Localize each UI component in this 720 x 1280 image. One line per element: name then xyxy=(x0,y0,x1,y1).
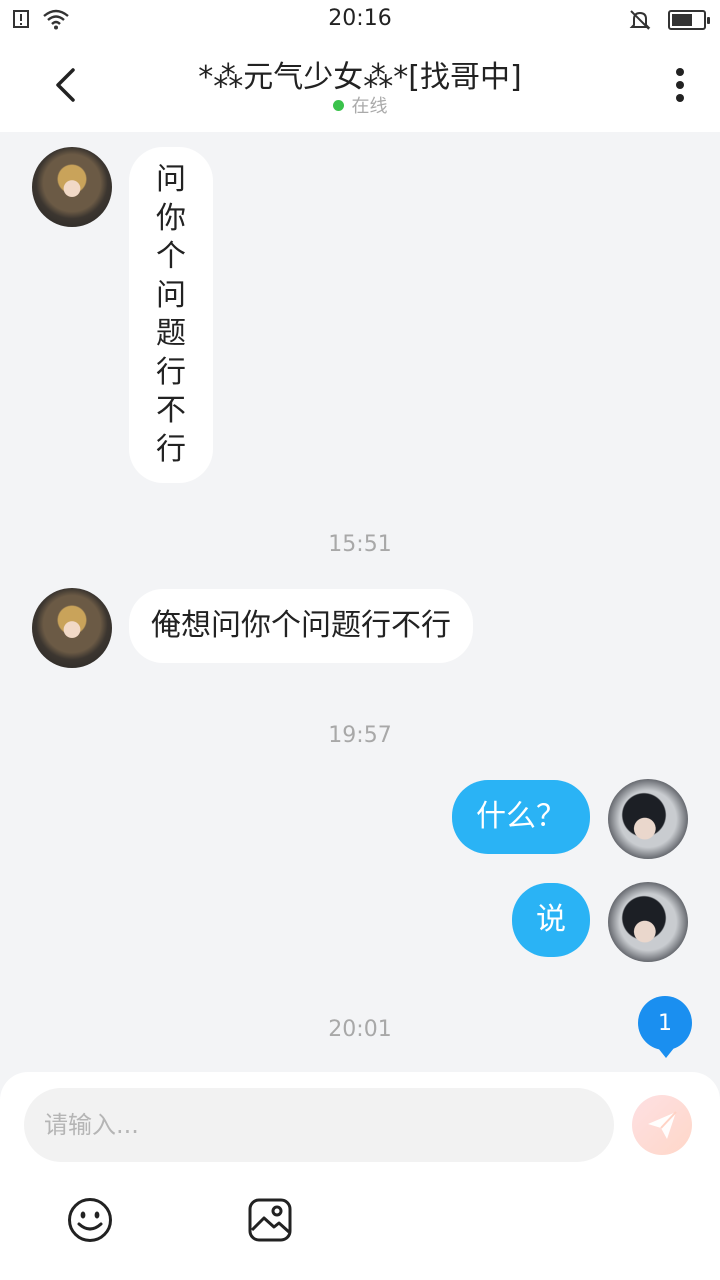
contact-avatar[interactable] xyxy=(32,588,112,668)
message-char: 你 xyxy=(156,200,186,236)
unread-badge[interactable]: 1 xyxy=(638,996,692,1058)
message-char: 题 xyxy=(156,316,186,351)
outgoing-message-bubble[interactable]: 什么？ xyxy=(452,780,590,854)
status-bar: 20:16 xyxy=(0,0,720,40)
message-char: 不 xyxy=(156,393,186,428)
emoji-icon xyxy=(68,1198,112,1242)
battery-icon xyxy=(668,10,710,30)
message-char: 个 xyxy=(156,239,186,274)
message-timestamp: 19:57 xyxy=(328,723,392,748)
more-options-button[interactable] xyxy=(660,60,700,110)
message-char: 行 xyxy=(156,431,186,467)
bell-muted-icon xyxy=(629,10,651,30)
chat-header: *⁂元气少女⁂*[找哥中] 在线 xyxy=(0,40,720,132)
status-time: 20:16 xyxy=(328,6,392,31)
chat-title: *⁂元气少女⁂*[找哥中] xyxy=(198,60,522,95)
image-icon xyxy=(248,1198,292,1242)
incoming-message-bubble[interactable]: 问 你 个 问 题 行 不 行 xyxy=(129,147,213,483)
incoming-message-bubble[interactable]: 俺想问你个问题行不行 xyxy=(129,589,473,663)
send-icon xyxy=(648,1111,677,1139)
message-char: 问 xyxy=(156,277,186,313)
more-icon xyxy=(676,68,684,102)
message-char: 行 xyxy=(156,354,186,390)
my-avatar[interactable] xyxy=(608,779,688,859)
outgoing-message-bubble[interactable]: 说 xyxy=(512,883,590,957)
message-char: 问 xyxy=(156,162,186,197)
input-panel xyxy=(0,1072,720,1280)
message-input[interactable] xyxy=(24,1088,614,1162)
online-dot xyxy=(332,99,344,111)
message-timestamp: 20:01 xyxy=(328,1017,392,1042)
contact-avatar[interactable] xyxy=(32,147,112,227)
emoji-button[interactable] xyxy=(66,1196,114,1244)
message-timestamp: 15:51 xyxy=(328,532,392,557)
image-button[interactable] xyxy=(246,1196,294,1244)
online-status-text: 在线 xyxy=(351,96,388,117)
send-button[interactable] xyxy=(632,1095,692,1155)
my-avatar[interactable] xyxy=(608,882,688,962)
online-status: 在线 xyxy=(0,92,720,118)
status-right-icons xyxy=(628,8,710,32)
